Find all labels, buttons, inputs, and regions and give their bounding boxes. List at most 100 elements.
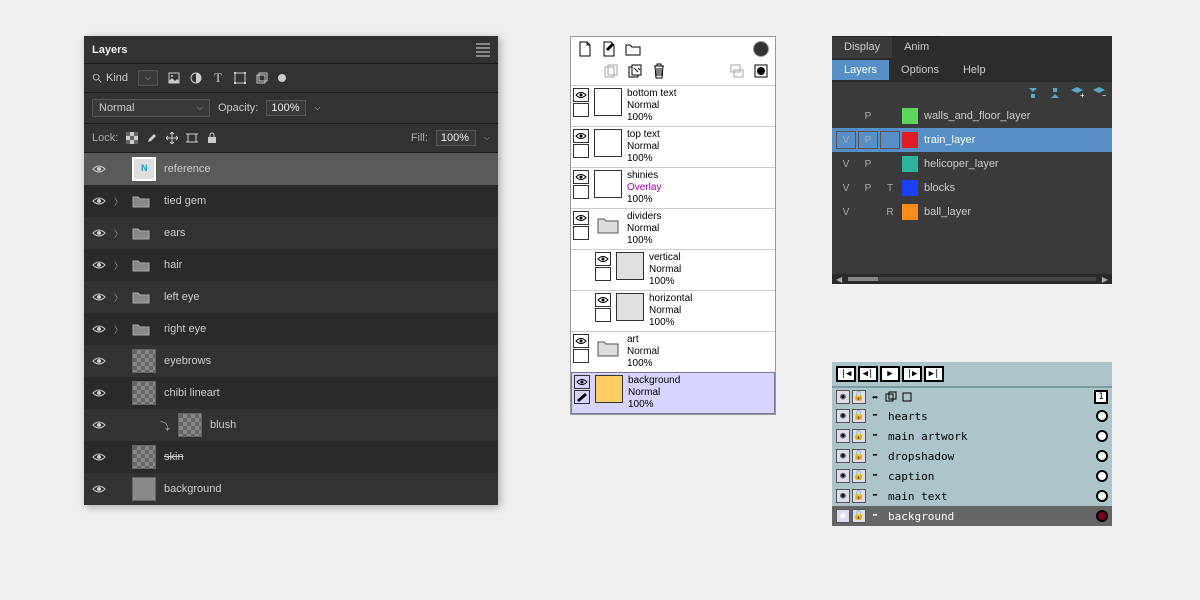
layer-row[interactable]: chibi lineart xyxy=(84,377,498,409)
visibility-icon[interactable]: ◉ xyxy=(836,390,850,404)
layer-row[interactable]: backgroundNormal100% xyxy=(571,372,775,414)
link-toggle[interactable]: ⬌ xyxy=(868,449,882,463)
layer-row[interactable]: VPtrain_layer xyxy=(832,128,1112,152)
visibility-toggle[interactable]: ◉ xyxy=(836,469,850,483)
visibility-toggle[interactable] xyxy=(573,170,589,184)
layer-row[interactable]: ◉🔓⬌background xyxy=(832,506,1112,526)
passepartout-flag[interactable]: P xyxy=(858,179,878,197)
remove-layer-icon[interactable]: − xyxy=(1092,86,1106,100)
color-swatch[interactable] xyxy=(902,204,918,220)
first-frame-button[interactable]: |◀ xyxy=(836,366,856,382)
visible-flag[interactable]: V xyxy=(836,131,856,149)
scroll-left-icon[interactable]: ◀ xyxy=(836,275,842,284)
layer-row[interactable]: 〉left eye xyxy=(84,281,498,313)
lock-toggle[interactable] xyxy=(573,103,589,117)
layer-row[interactable]: ◉🔓⬌caption xyxy=(832,466,1112,486)
chevron-down-icon[interactable]: ⌵ xyxy=(484,133,490,143)
opacity-input[interactable]: 100% xyxy=(266,100,306,116)
lock-icon[interactable]: 🔓 xyxy=(852,390,866,404)
layer-row[interactable]: verticalNormal100% xyxy=(571,249,775,290)
layer-row[interactable]: skin xyxy=(84,441,498,473)
passepartout-flag[interactable]: P xyxy=(858,107,878,125)
merge-icon[interactable] xyxy=(884,390,898,404)
filter-kind-dropdown[interactable]: ⌵ xyxy=(138,70,158,86)
next-frame-button[interactable]: |▶ xyxy=(902,366,922,382)
new-folder-icon[interactable] xyxy=(625,41,641,57)
visibility-toggle[interactable] xyxy=(92,388,106,398)
move-down-icon[interactable] xyxy=(1026,86,1040,100)
lock-toggle[interactable] xyxy=(595,308,611,322)
visible-flag[interactable]: V xyxy=(836,155,856,173)
layer-row[interactable]: Pwalls_and_floor_layer xyxy=(832,104,1112,128)
layer-row[interactable]: background xyxy=(84,473,498,505)
layer-row[interactable]: ◉🔓⬌main text xyxy=(832,486,1112,506)
visible-flag[interactable] xyxy=(836,107,856,125)
passepartout-flag[interactable]: P xyxy=(858,155,878,173)
smartobject-filter-icon[interactable] xyxy=(256,72,268,84)
lock-toggle[interactable]: 🔓 xyxy=(852,409,866,423)
subtab-options[interactable]: Options xyxy=(889,60,951,80)
layer-row[interactable]: ◉🔓⬌main artwork xyxy=(832,426,1112,446)
visibility-toggle[interactable] xyxy=(92,260,106,270)
passepartout-flag[interactable] xyxy=(858,203,878,221)
frame-dot[interactable] xyxy=(1096,490,1108,502)
layer-row[interactable]: dividersNormal100% xyxy=(571,208,775,249)
image-filter-icon[interactable] xyxy=(168,72,180,84)
visibility-toggle[interactable] xyxy=(573,334,589,348)
filter-search[interactable]: Kind xyxy=(92,72,128,84)
layer-row[interactable]: reference xyxy=(84,153,498,185)
lock-transparency-icon[interactable] xyxy=(126,132,138,144)
duplicate-icon[interactable] xyxy=(603,63,619,79)
filter-toggle[interactable] xyxy=(278,74,286,82)
link-toggle[interactable]: ⬌ xyxy=(868,469,882,483)
frame-dot[interactable] xyxy=(1096,450,1108,462)
layer-row[interactable]: ◉🔓⬌dropshadow xyxy=(832,446,1112,466)
link-toggle[interactable]: ⬌ xyxy=(868,489,882,503)
visibility-toggle[interactable] xyxy=(92,324,106,334)
frame-dot[interactable] xyxy=(1096,510,1108,522)
visibility-toggle[interactable] xyxy=(595,252,611,266)
visibility-toggle[interactable] xyxy=(574,375,590,389)
visibility-toggle[interactable]: ◉ xyxy=(836,449,850,463)
lock-toggle[interactable]: 🔓 xyxy=(852,449,866,463)
tab-display[interactable]: Display xyxy=(832,36,892,58)
lock-toggle[interactable]: 🔓 xyxy=(852,429,866,443)
lock-toggle[interactable] xyxy=(595,267,611,281)
lock-toggle[interactable] xyxy=(574,390,590,404)
layer-row[interactable]: horizontalNormal100% xyxy=(571,290,775,331)
visibility-toggle[interactable] xyxy=(92,292,106,302)
visibility-toggle[interactable] xyxy=(92,452,106,462)
layer-row[interactable]: bottom textNormal100% xyxy=(571,85,775,126)
lock-toggle[interactable] xyxy=(573,185,589,199)
visibility-toggle[interactable]: ◉ xyxy=(836,489,850,503)
frame-dot[interactable] xyxy=(1096,430,1108,442)
subtab-layers[interactable]: Layers xyxy=(832,60,889,80)
frame-dot[interactable] xyxy=(1096,410,1108,422)
type-flag[interactable] xyxy=(880,107,900,125)
expand-icon[interactable]: 〉 xyxy=(114,227,124,240)
frame-number[interactable]: 1 xyxy=(1094,390,1108,404)
visibility-toggle[interactable] xyxy=(92,196,106,206)
passepartout-flag[interactable]: P xyxy=(858,131,878,149)
layer-row[interactable]: 〉right eye xyxy=(84,313,498,345)
move-up-icon[interactable] xyxy=(1048,86,1062,100)
text-filter-icon[interactable]: T xyxy=(212,72,224,84)
visible-flag[interactable]: V xyxy=(836,179,856,197)
type-flag[interactable]: T xyxy=(880,179,900,197)
last-frame-button[interactable]: ▶| xyxy=(924,366,944,382)
layer-row[interactable]: top textNormal100% xyxy=(571,126,775,167)
visibility-toggle[interactable] xyxy=(92,420,106,430)
lock-toggle[interactable] xyxy=(573,226,589,240)
frame-dot[interactable] xyxy=(1096,470,1108,482)
layer-row[interactable]: 〉tied gem xyxy=(84,185,498,217)
expand-icon[interactable]: 〉 xyxy=(114,323,124,336)
lock-toggle[interactable] xyxy=(573,144,589,158)
layer-row[interactable]: eyebrows xyxy=(84,345,498,377)
visibility-toggle[interactable] xyxy=(92,228,106,238)
new-layer-edit-icon[interactable] xyxy=(601,41,617,57)
lock-toggle[interactable]: 🔓 xyxy=(852,509,866,523)
layer-row[interactable]: artNormal100% xyxy=(571,331,775,372)
visibility-toggle[interactable] xyxy=(92,164,106,174)
visibility-toggle[interactable] xyxy=(573,88,589,102)
visibility-toggle[interactable] xyxy=(92,484,106,494)
